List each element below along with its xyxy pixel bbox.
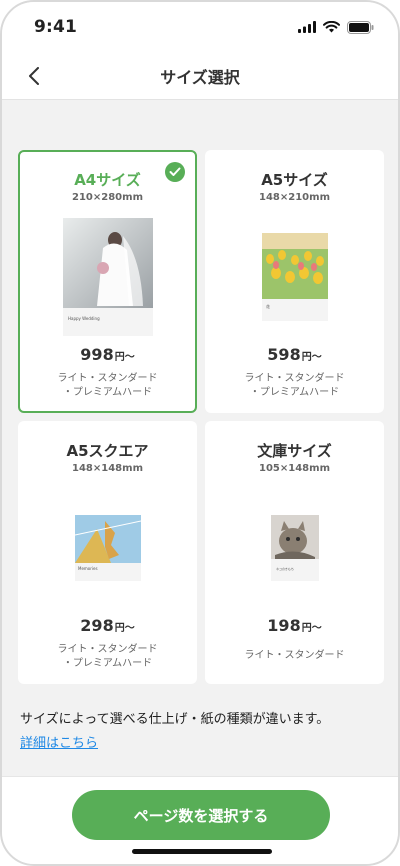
size-dimensions: 105×148mm bbox=[259, 463, 330, 474]
bunko-book-thumbnail: ネコのきもち bbox=[207, 483, 382, 613]
size-finish-types: ライト・スタンダード ・プレミアムハード bbox=[207, 372, 382, 400]
types-line: ・プレミアムハード bbox=[249, 387, 340, 398]
size-card-a5[interactable]: A5サイズ 148×210mm 花 598円〜 ライト・スタンダード ・プレミア… bbox=[205, 150, 384, 413]
size-price: 598円〜 bbox=[207, 345, 382, 364]
size-name: A4サイズ bbox=[74, 171, 141, 189]
svg-text:ネコのきもち: ネコのきもち bbox=[276, 566, 294, 571]
size-finish-types: ライト・スタンダード bbox=[207, 649, 382, 663]
size-price: 198円〜 bbox=[207, 616, 382, 635]
svg-text:花: 花 bbox=[266, 303, 270, 309]
phone-screen: 9:41 サイズ選択 A4サイズ 210×280mm Happy Wedding… bbox=[0, 0, 400, 866]
svg-text:Happy Wedding: Happy Wedding bbox=[68, 316, 100, 321]
navigation-bar: サイズ選択 bbox=[2, 52, 398, 100]
size-name: A5スクエア bbox=[66, 442, 149, 460]
chevron-left-icon bbox=[29, 67, 39, 85]
size-card-a4[interactable]: A4サイズ 210×280mm Happy Wedding 998円〜 ライト・… bbox=[18, 150, 197, 413]
types-line: ライト・スタンダード bbox=[57, 373, 158, 384]
wifi-icon bbox=[323, 21, 340, 33]
details-link[interactable]: 詳細はこちら bbox=[20, 732, 98, 751]
a4-book-thumbnail: Happy Wedding bbox=[20, 212, 195, 342]
size-dimensions: 210×280mm bbox=[72, 192, 143, 203]
price-suffix: 円〜 bbox=[301, 352, 322, 363]
footer: ページ数を選択する bbox=[2, 776, 398, 864]
select-page-count-button[interactable]: ページ数を選択する bbox=[72, 790, 330, 840]
types-line: ライト・スタンダード bbox=[244, 650, 345, 661]
price-value: 298 bbox=[80, 616, 114, 635]
status-bar: 9:41 bbox=[2, 2, 398, 52]
price-suffix: 円〜 bbox=[114, 352, 135, 363]
size-card-bunko[interactable]: 文庫サイズ 105×148mm ネコのきもち 198円〜 ライト・スタンダード bbox=[205, 421, 384, 684]
types-line: ・プレミアムハード bbox=[62, 658, 153, 669]
size-dimensions: 148×210mm bbox=[259, 192, 330, 203]
types-line: ・プレミアムハード bbox=[62, 387, 153, 398]
size-price: 298円〜 bbox=[20, 616, 195, 635]
size-card-a5-square[interactable]: A5スクエア 148×148mm Memories 298円〜 ライト・スタンダ… bbox=[18, 421, 197, 684]
price-value: 998 bbox=[80, 345, 114, 364]
page-title: サイズ選択 bbox=[160, 67, 240, 87]
types-line: ライト・スタンダード bbox=[244, 373, 345, 384]
signal-icon bbox=[298, 21, 316, 33]
size-name: 文庫サイズ bbox=[257, 442, 332, 460]
price-value: 598 bbox=[267, 345, 301, 364]
size-finish-types: ライト・スタンダード ・プレミアムハード bbox=[20, 372, 195, 400]
back-button[interactable] bbox=[20, 62, 48, 90]
a5-square-book-thumbnail: Memories bbox=[20, 483, 195, 613]
status-icons bbox=[298, 20, 374, 34]
size-dimensions: 148×148mm bbox=[72, 463, 143, 474]
size-name: A5サイズ bbox=[261, 171, 328, 189]
svg-text:Memories: Memories bbox=[78, 566, 98, 571]
types-line: ライト・スタンダード bbox=[57, 644, 158, 655]
a5-book-thumbnail: 花 bbox=[207, 212, 382, 342]
home-indicator bbox=[132, 849, 272, 854]
price-suffix: 円〜 bbox=[114, 623, 135, 634]
finish-note: サイズによって選べる仕上げ・紙の種類が違います。 bbox=[20, 712, 330, 727]
price-value: 198 bbox=[267, 616, 301, 635]
size-finish-types: ライト・スタンダード ・プレミアムハード bbox=[20, 643, 195, 671]
battery-icon bbox=[347, 20, 374, 34]
size-price: 998円〜 bbox=[20, 345, 195, 364]
price-suffix: 円〜 bbox=[301, 623, 322, 634]
status-time: 9:41 bbox=[34, 17, 78, 37]
